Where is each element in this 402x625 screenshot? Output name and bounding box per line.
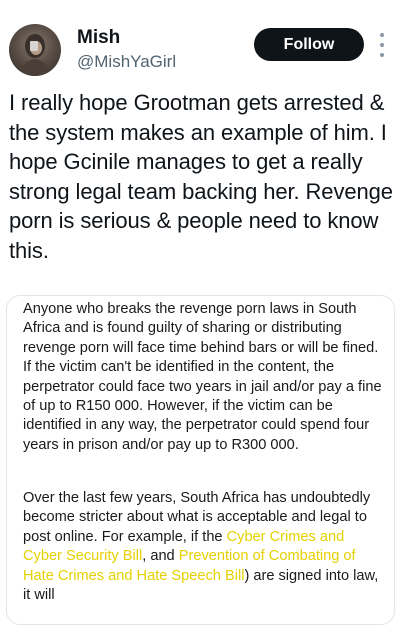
card-paragraph-2: Over the last few years, South Africa ha…: [23, 489, 383, 605]
tweet-header: Mish @MishYaGirl Follow: [0, 0, 402, 80]
follow-button[interactable]: Follow: [254, 28, 364, 61]
avatar[interactable]: [9, 24, 61, 76]
card-paragraph-1: Anyone who breaks the revenge porn laws …: [23, 301, 382, 453]
attached-image-card[interactable]: Anyone who breaks the revenge porn laws …: [6, 295, 395, 625]
card-paragraph-2-text-b: , and: [142, 548, 179, 565]
author-handle[interactable]: @MishYaGirl: [77, 52, 176, 72]
author-name[interactable]: Mish: [77, 27, 120, 49]
more-vertical-icon[interactable]: [376, 33, 388, 57]
tweet-text: I really hope Grootman gets arrested & t…: [9, 90, 393, 263]
